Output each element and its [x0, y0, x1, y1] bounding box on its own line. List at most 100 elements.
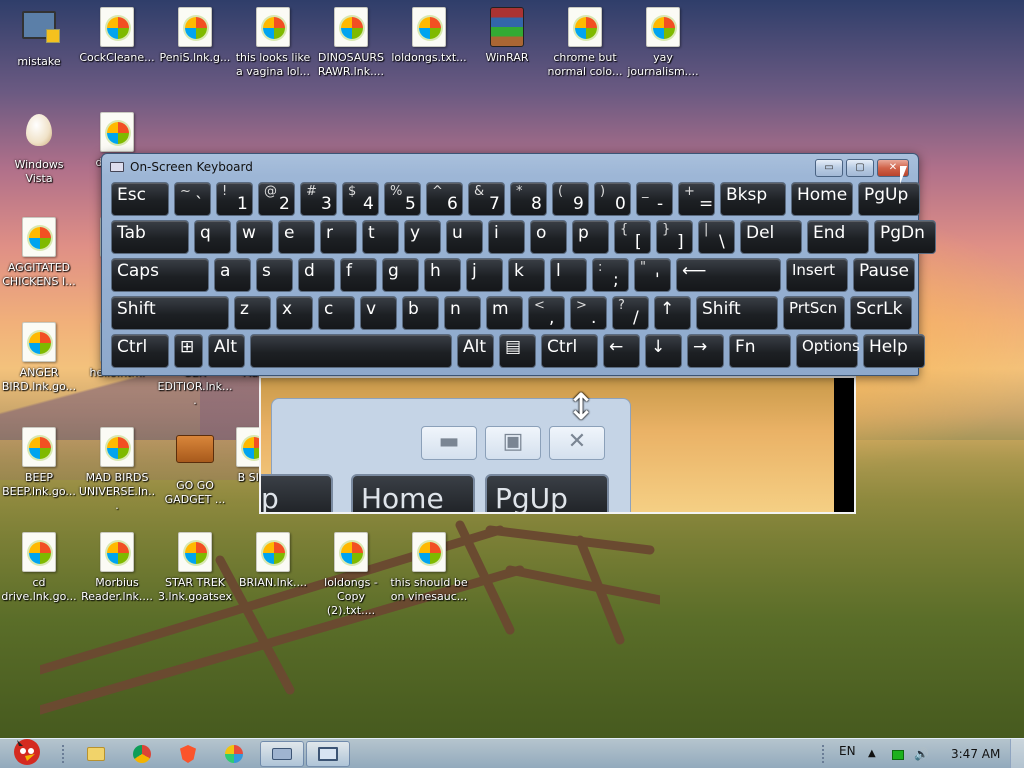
key-[interactable]: ↓ — [645, 334, 682, 368]
desktop-icon[interactable]: STAR TREK 3.lnk.goatsex — [156, 532, 234, 604]
key-o[interactable]: o — [530, 220, 567, 254]
key-v[interactable]: v — [360, 296, 397, 330]
key-e[interactable]: e — [278, 220, 315, 254]
key-5[interactable]: % 5 — [384, 182, 421, 216]
desktop-icon[interactable]: ANGER BIRD.lnk.go... — [0, 322, 78, 394]
key-alt[interactable]: Alt — [457, 334, 494, 368]
desktop-icon[interactable]: Windows Vista — [0, 112, 78, 186]
key-end[interactable]: End — [807, 220, 869, 254]
key-tab[interactable]: Tab — [111, 220, 189, 254]
key-ctrl[interactable]: Ctrl — [111, 334, 169, 368]
key-[interactable]: ? / — [612, 296, 649, 330]
desktop-icon[interactable]: chrome but normal colo... — [546, 7, 624, 79]
key-9[interactable]: (9 — [552, 182, 589, 216]
key-[interactable]: _ - — [636, 182, 673, 216]
key-pause[interactable]: Pause — [853, 258, 915, 292]
key-q[interactable]: q — [194, 220, 231, 254]
desktop-icon[interactable]: MAD BIRDS UNIVERSE.In... — [78, 427, 156, 513]
key-b[interactable]: b — [402, 296, 439, 330]
desktop-icon[interactable]: this should be on vinesauc... — [390, 532, 468, 604]
brave-button[interactable] — [168, 741, 208, 767]
key-[interactable]: ↑ — [654, 296, 691, 330]
on-screen-keyboard-window[interactable]: On-Screen Keyboard ▭ ▢ ✕ Esc ~ `! 1 @2 #3 $4% 5… — [101, 153, 936, 376]
key-z[interactable]: z — [234, 296, 271, 330]
clock[interactable]: 3:47 AM — [951, 739, 1000, 768]
key-4[interactable]: $4 — [342, 182, 379, 216]
desktop-icon[interactable]: mistake — [0, 7, 78, 69]
key-[interactable]: | \ — [698, 220, 735, 254]
chrome-button[interactable] — [122, 741, 162, 767]
key-ctrl[interactable]: Ctrl — [541, 334, 598, 368]
key-7[interactable]: & 7 — [468, 182, 505, 216]
desktop-icon[interactable]: AGGITATED CHICKENS I... — [0, 217, 78, 289]
key-h[interactable]: h — [424, 258, 461, 292]
desktop-icon[interactable]: BEEP BEEP.lnk.go... — [0, 427, 78, 499]
key-d[interactable]: d — [298, 258, 335, 292]
key-help[interactable]: Help — [863, 334, 925, 368]
desktop-icon[interactable]: WinRAR — [468, 7, 546, 65]
maximize-button[interactable]: ▢ — [846, 159, 874, 177]
key-caps[interactable]: Caps — [111, 258, 209, 292]
key-pgdn[interactable]: PgDn — [874, 220, 936, 254]
language-indicator[interactable]: EN — [839, 739, 856, 763]
key-pgup[interactable]: PgUp — [858, 182, 920, 216]
desktop-icon[interactable]: DINOSAURS RAWR.lnk.... — [312, 7, 390, 79]
desktop-icon[interactable]: BRIAN.lnk.... — [234, 532, 312, 590]
key-space[interactable] — [250, 334, 452, 368]
key-u[interactable]: u — [446, 220, 483, 254]
key-prtscn[interactable]: PrtScn — [783, 296, 845, 330]
key-shift[interactable]: Shift — [696, 296, 778, 330]
osk-titlebar[interactable]: On-Screen Keyboard — [110, 160, 253, 174]
desktop-icon[interactable]: CockCleane... — [78, 7, 156, 65]
desktop-icon[interactable]: yay journalism.... — [624, 7, 702, 79]
osk-taskbar-button[interactable] — [260, 741, 304, 767]
key-c[interactable]: c — [318, 296, 355, 330]
key-[interactable]: ~ ` — [174, 182, 211, 216]
start-button[interactable] — [4, 731, 50, 767]
desktop-icon[interactable]: Morbius Reader.lnk.... — [78, 532, 156, 604]
key-[interactable]: ⊞ — [174, 334, 203, 368]
key-[interactable]: >. — [570, 296, 607, 330]
minimize-button[interactable]: ▭ — [815, 159, 843, 177]
key-del[interactable]: Del — [740, 220, 802, 254]
key-t[interactable]: t — [362, 220, 399, 254]
key-scrlk[interactable]: ScrLk — [850, 296, 912, 330]
folder-button[interactable] — [76, 741, 116, 767]
key-insert[interactable]: Insert — [786, 258, 848, 292]
key-k[interactable]: k — [508, 258, 545, 292]
key-w[interactable]: w — [236, 220, 273, 254]
key-[interactable]: " ' — [634, 258, 671, 292]
key-x[interactable]: x — [276, 296, 313, 330]
key-shift[interactable]: Shift — [111, 296, 229, 330]
key-[interactable]: → — [687, 334, 724, 368]
key-a[interactable]: a — [214, 258, 251, 292]
show-desktop-button[interactable] — [1010, 739, 1024, 768]
key-esc[interactable]: Esc — [111, 182, 169, 216]
key-2[interactable]: @2 — [258, 182, 295, 216]
key-[interactable]: :; — [592, 258, 629, 292]
key-3[interactable]: #3 — [300, 182, 337, 216]
key-n[interactable]: n — [444, 296, 481, 330]
key-m[interactable]: m — [486, 296, 523, 330]
battery-icon[interactable] — [892, 739, 904, 768]
key-8[interactable]: * 8 — [510, 182, 547, 216]
key-r[interactable]: r — [320, 220, 357, 254]
key-6[interactable]: ^ 6 — [426, 182, 463, 216]
key-[interactable]: + = — [678, 182, 715, 216]
remote-desktop-taskbar-button[interactable] — [306, 741, 350, 767]
key-j[interactable]: j — [466, 258, 503, 292]
key-0[interactable]: ) 0 — [594, 182, 631, 216]
key-i[interactable]: i — [488, 220, 525, 254]
key-s[interactable]: s — [256, 258, 293, 292]
key-l[interactable]: l — [550, 258, 587, 292]
desktop-icon[interactable]: loldongs.txt... — [390, 7, 468, 65]
key-alt[interactable]: Alt — [208, 334, 245, 368]
key-p[interactable]: p — [572, 220, 609, 254]
key-bksp[interactable]: Bksp — [720, 182, 786, 216]
key-[interactable]: ← — [603, 334, 640, 368]
key-options[interactable]: Options — [796, 334, 860, 368]
key-[interactable]: ⟵ — [676, 258, 781, 292]
desktop-icon[interactable]: cd drive.lnk.go... — [0, 532, 78, 604]
volume-icon[interactable]: 🔊 — [914, 739, 929, 768]
background-window[interactable]: ▬ ▣ ✕ p Home PgUp — [259, 376, 856, 514]
